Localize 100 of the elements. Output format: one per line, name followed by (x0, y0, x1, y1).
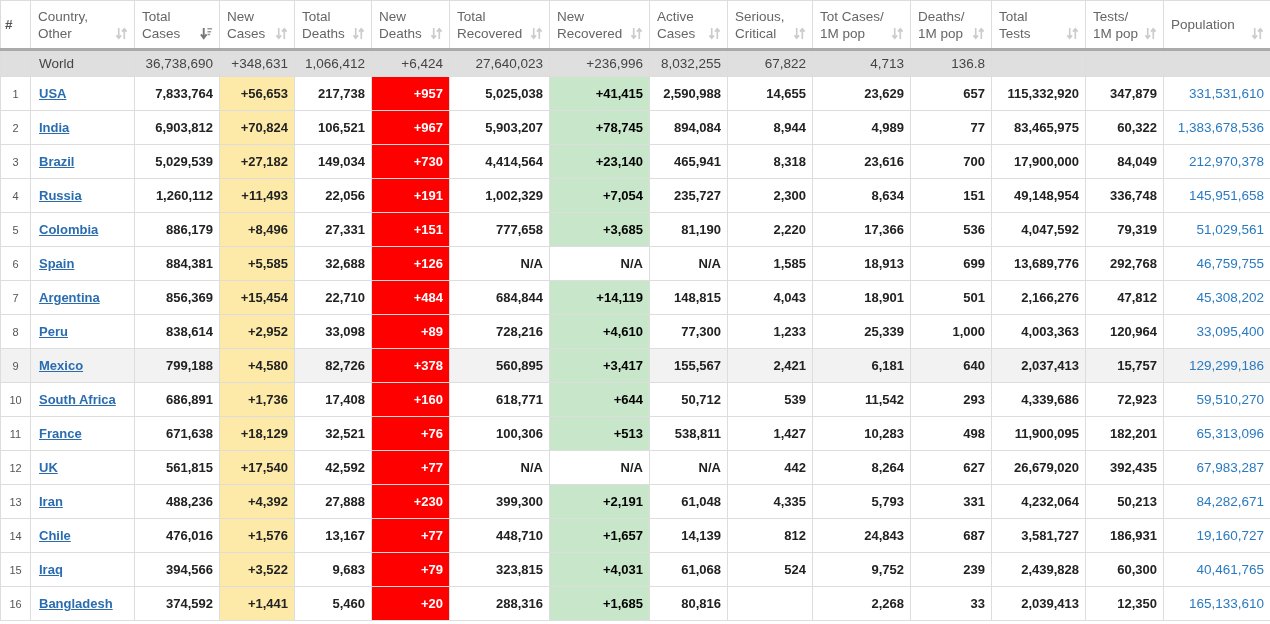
table-cell: +2,952 (219, 314, 295, 349)
table-cell: N/A (549, 450, 650, 485)
sort-icon[interactable] (793, 27, 806, 40)
table-cell: +3,417 (549, 348, 650, 383)
table-cell: 18,913 (812, 246, 911, 281)
table-cell: 24,843 (812, 518, 911, 553)
rank-cell: 14 (0, 518, 31, 553)
country-link[interactable]: Chile (39, 528, 71, 543)
sort-icon[interactable] (1066, 27, 1079, 40)
table-cell: 8,032,255 (649, 49, 728, 77)
table-cell: 13,167 (294, 518, 372, 553)
table-cell: 6,181 (812, 348, 911, 383)
country-link[interactable]: USA (39, 86, 67, 101)
table-cell: 476,016 (134, 518, 220, 553)
table-cell: 149,034 (294, 144, 372, 179)
sort-icon[interactable] (530, 27, 543, 40)
table-cell: +77 (371, 450, 450, 485)
table-cell: +11,493 (219, 178, 295, 213)
table-cell: 3,581,727 (991, 518, 1086, 553)
table-cell: 799,188 (134, 348, 220, 383)
table-cell: 2,421 (727, 348, 813, 383)
table-cell: 13,689,776 (991, 246, 1086, 281)
table-cell: +3,685 (549, 212, 650, 247)
country-link[interactable]: India (39, 120, 70, 135)
table-cell: 17,900,000 (991, 144, 1086, 179)
table-cell: +1,736 (219, 382, 295, 417)
sort-icon[interactable] (275, 27, 288, 40)
country-link[interactable]: France (39, 426, 82, 441)
table-cell: 442 (727, 450, 813, 485)
sort-icon[interactable] (708, 27, 721, 40)
rank-cell: 10 (0, 382, 31, 417)
table-cell: 392,435 (1085, 450, 1164, 485)
table-cell: 6,903,812 (134, 110, 220, 145)
table-cell: 448,710 (449, 518, 550, 553)
table-cell: 2,300 (727, 178, 813, 213)
table-cell: 235,727 (649, 178, 728, 213)
table-cell: N/A (449, 450, 550, 485)
rank-cell: 7 (0, 280, 31, 315)
country-link[interactable]: Spain (39, 256, 75, 271)
country-link[interactable]: Iraq (39, 562, 63, 577)
table-cell: +79 (371, 552, 450, 587)
rank-cell: 3 (0, 144, 31, 179)
table-cell: 2,439,828 (991, 552, 1086, 587)
table-cell: +14,119 (549, 280, 650, 315)
sort-descending-icon[interactable] (200, 27, 213, 40)
table-cell: 488,236 (134, 484, 220, 519)
sort-icon[interactable] (430, 27, 443, 40)
table-cell: 8,944 (727, 110, 813, 145)
sort-icon[interactable] (1144, 27, 1157, 40)
table-cell: 700 (910, 144, 992, 179)
table-cell: +4,392 (219, 484, 295, 519)
sort-icon[interactable] (115, 27, 128, 40)
table-cell: 293 (910, 382, 992, 417)
rank-cell: 11 (0, 416, 31, 451)
table-cell: 4,003,363 (991, 314, 1086, 349)
table-cell: 77,300 (649, 314, 728, 349)
table-cell: 49,148,954 (991, 178, 1086, 213)
sort-icon[interactable] (891, 27, 904, 40)
table-cell: 886,179 (134, 212, 220, 247)
table-cell: +41,415 (549, 76, 650, 111)
sort-icon[interactable] (630, 27, 643, 40)
table-cell: +2,191 (549, 484, 650, 519)
table-cell: 14,655 (727, 76, 813, 111)
table-cell: +126 (371, 246, 450, 281)
table-cell: 42,592 (294, 450, 372, 485)
table-cell: 323,815 (449, 552, 550, 587)
country-link[interactable]: Russia (39, 188, 82, 203)
table-cell: +1,576 (219, 518, 295, 553)
table-cell: +27,182 (219, 144, 295, 179)
table-cell: 1,066,412 (294, 49, 372, 77)
table-cell: 1,002,329 (449, 178, 550, 213)
sort-icon[interactable] (972, 27, 985, 40)
table-cell: 217,738 (294, 76, 372, 111)
table-cell: 618,771 (449, 382, 550, 417)
table-cell: 17,408 (294, 382, 372, 417)
sort-icon[interactable] (352, 27, 365, 40)
table-cell: 536 (910, 212, 992, 247)
table-cell: 50,712 (649, 382, 728, 417)
table-cell: 148,815 (649, 280, 728, 315)
table-cell: 1,000 (910, 314, 992, 349)
table-cell: N/A (649, 450, 728, 485)
table-cell: +3,522 (219, 552, 295, 587)
table-cell: +7,054 (549, 178, 650, 213)
country-link[interactable]: Mexico (39, 358, 84, 373)
table-cell: 4,713 (812, 49, 911, 77)
table-cell: 9,752 (812, 552, 911, 587)
table-cell: 23,629 (812, 76, 911, 111)
table-cell: 2,590,988 (649, 76, 728, 111)
country-link[interactable]: Peru (39, 324, 68, 339)
rank-cell: 1 (0, 76, 31, 111)
table-cell: 4,335 (727, 484, 813, 519)
country-link[interactable]: UK (39, 460, 58, 475)
table-cell: 27,331 (294, 212, 372, 247)
sort-icon[interactable] (1251, 27, 1264, 40)
table-cell: 4,232,064 (991, 484, 1086, 519)
table-cell: 561,815 (134, 450, 220, 485)
country-link[interactable]: Iran (39, 494, 63, 509)
table-cell: 11,542 (812, 382, 911, 417)
table-cell: 657 (910, 76, 992, 111)
country-link[interactable]: Brazil (39, 154, 75, 169)
